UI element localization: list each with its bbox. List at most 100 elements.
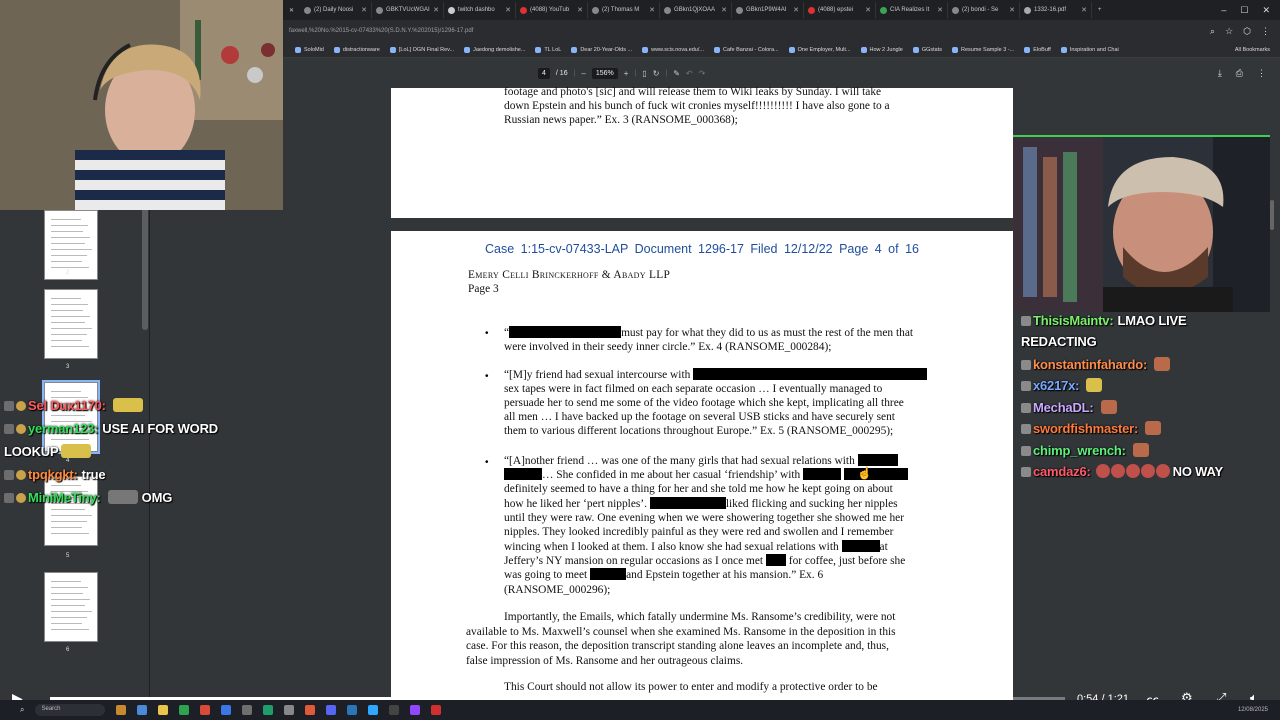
browser-tab[interactable]: GBkn1P9W4AI ✕ (732, 2, 805, 18)
app-icon[interactable] (305, 705, 316, 715)
chat-text: USE AI FOR WORD (102, 421, 218, 436)
app-icon[interactable] (284, 705, 295, 715)
bookmark-item[interactable]: TL LoL (535, 46, 561, 53)
redaction (590, 568, 627, 580)
bookmark-item[interactable]: Dear 20-Year-Olds ... (571, 46, 632, 53)
bookmark-label: EloBuff (1033, 46, 1051, 53)
chat-emote-icon (1155, 464, 1170, 478)
folder-icon[interactable] (158, 705, 169, 715)
close-tab-icon[interactable]: ✕ (283, 7, 300, 14)
app-icon[interactable] (389, 705, 400, 715)
zoom-out-icon[interactable]: – (581, 69, 585, 78)
fit-page-icon[interactable]: ▯ (642, 69, 646, 78)
bookmark-favicon-icon (389, 46, 396, 53)
pdf-scrollbar[interactable] (1270, 200, 1274, 230)
app-icon[interactable] (116, 705, 127, 715)
extensions-icon[interactable]: ⬡ (1243, 26, 1251, 37)
bookmark-item[interactable]: Cafe Banzai - Colora... (713, 46, 779, 53)
tab-close-icon[interactable]: ✕ (649, 6, 655, 14)
tab-close-icon[interactable]: ✕ (1081, 6, 1087, 14)
browser-tab[interactable]: CIA Realizes It ✕ (876, 2, 949, 18)
app-icon[interactable] (137, 705, 148, 715)
annotate-icon[interactable]: ✎ (673, 69, 680, 78)
chat-badge-icon (16, 401, 26, 411)
more-options-icon[interactable]: ⋮ (1257, 68, 1266, 79)
browser-tab[interactable]: GBKTVUcWGAI ✕ (372, 2, 445, 18)
browser-tab[interactable]: (4088) YouTub ✕ (516, 2, 589, 18)
page-thumbnail[interactable] (42, 380, 100, 454)
tab-close-icon[interactable]: ✕ (793, 6, 799, 14)
zoom-level[interactable]: 156% (591, 67, 618, 79)
tab-close-icon[interactable]: ✕ (361, 6, 367, 14)
app-icon[interactable] (431, 705, 442, 715)
page-thumbnail[interactable] (44, 210, 98, 280)
bookmark-item[interactable]: distractionware (333, 46, 380, 53)
bookmark-item[interactable]: Resume Sample 3 -... (952, 46, 1014, 53)
page-number-input[interactable]: 4 (538, 67, 550, 79)
chat-message: Sel Dux1170: (4, 398, 143, 413)
page-thumbnail[interactable] (44, 289, 98, 359)
browser-tab[interactable]: (2) Daily Noosi ✕ (300, 2, 373, 18)
bookmark-item[interactable]: Inspiration and Chai (1060, 46, 1119, 53)
print-icon[interactable]: ⎙ (1236, 68, 1243, 79)
taskbar-search[interactable]: Search (35, 704, 106, 716)
tab-close-icon[interactable]: ✕ (505, 6, 511, 14)
undo-icon[interactable]: ↶ (686, 69, 693, 78)
bookmark-item[interactable]: [LoL] OGN Final Rev... (389, 46, 454, 53)
bookmark-item[interactable]: GGstats (912, 46, 942, 53)
browser-tab[interactable]: GBkn1QjXOAA ✕ (660, 2, 733, 18)
bookmark-star-icon[interactable]: ☆ (1225, 26, 1233, 37)
app-icon[interactable] (221, 705, 232, 715)
page-thumbnail[interactable] (44, 476, 98, 546)
bullet-1-line-1: “must pay for what they did to us as mus… (504, 326, 914, 339)
thumbnail-text-line (51, 521, 87, 522)
address-bar[interactable]: faxwell,%20No.%2015-cv-07433%20(S.D.N.Y.… (283, 20, 1280, 42)
close-window-icon[interactable]: ✕ (1262, 5, 1270, 16)
maximize-icon[interactable]: ☐ (1240, 5, 1248, 16)
app-icon[interactable] (179, 705, 190, 715)
tab-close-icon[interactable]: ✕ (433, 6, 439, 14)
app-icon[interactable] (368, 705, 379, 715)
search-icon[interactable]: ⌕ (20, 705, 24, 715)
all-bookmarks-button[interactable]: All Bookmarks (1235, 47, 1280, 53)
bookmark-item[interactable]: www.scis.nova.edu/... (642, 46, 704, 53)
redo-icon[interactable]: ↷ (699, 69, 706, 78)
rotate-icon[interactable]: ↻ (653, 69, 660, 78)
bookmark-item[interactable]: EloBuff (1024, 46, 1051, 53)
bookmark-item[interactable]: SoloMid (295, 46, 324, 53)
app-icon[interactable] (200, 705, 211, 715)
browser-tab[interactable]: (4088) epstei ✕ (804, 2, 877, 18)
browser-tab[interactable]: twitch dashbo ✕ (444, 2, 517, 18)
app-icon[interactable] (263, 705, 274, 715)
browser-tab[interactable]: (2) Thomas M ✕ (588, 2, 661, 18)
zoom-icon[interactable]: ⌕ (1210, 26, 1215, 37)
url-text[interactable]: faxwell,%20No.%2015-cv-07433%20(S.D.N.Y.… (283, 28, 1210, 34)
browser-tab[interactable]: (2) bondi - Se ✕ (948, 2, 1021, 18)
app-icon[interactable] (347, 705, 358, 715)
bookmark-label: distractionware (342, 46, 380, 53)
bookmark-item[interactable]: Jaedong demolishe... (464, 46, 526, 53)
tab-close-icon[interactable]: ✕ (721, 6, 727, 14)
tab-close-icon[interactable]: ✕ (865, 6, 871, 14)
zoom-in-icon[interactable]: + (624, 69, 629, 78)
app-icon[interactable] (242, 705, 253, 715)
bookmark-item[interactable]: How 2 Jungle (860, 46, 903, 53)
bookmark-item[interactable]: One Employer, Mult... (788, 46, 851, 53)
tab-close-icon[interactable]: ✕ (937, 6, 943, 14)
menu-icon[interactable]: ⋮ (1261, 26, 1270, 37)
bookmark-label: Jaedong demolishe... (473, 46, 526, 53)
chat-emote-icon (1140, 464, 1155, 478)
tab-close-icon[interactable]: ✕ (1009, 6, 1015, 14)
app-icon[interactable] (326, 705, 337, 715)
browser-tab[interactable]: 1332-16.pdf ✕ (1020, 2, 1093, 18)
download-icon[interactable]: ⤓ (1218, 68, 1222, 79)
page-thumbnail[interactable] (44, 572, 98, 642)
new-tab-button[interactable]: + (1092, 7, 1108, 13)
app-icon[interactable] (410, 705, 421, 715)
thumbnail-text-line (51, 340, 82, 341)
chat-username: camdaz6: (1033, 464, 1091, 479)
tab-close-icon[interactable]: ✕ (577, 6, 583, 14)
thumbnail-text-line (51, 599, 90, 600)
thumbnail-text-line (51, 509, 85, 510)
minimize-icon[interactable]: – (1221, 5, 1226, 16)
